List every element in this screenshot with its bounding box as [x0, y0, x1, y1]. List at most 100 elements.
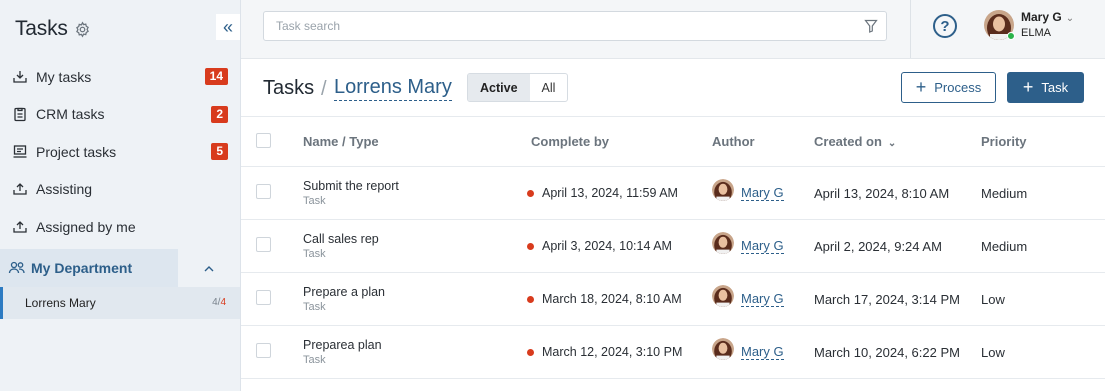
gear-icon[interactable] — [74, 20, 91, 38]
count-badge: 2 — [211, 105, 228, 123]
table-row[interactable]: Call sales rep Task April 3, 2024, 10:14 … — [241, 219, 1105, 273]
overdue-dot — [527, 189, 534, 197]
sort-chevron-down-icon: ⌄ — [887, 138, 897, 149]
breadcrumb-root[interactable]: Tasks — [263, 77, 314, 100]
chevron-up-icon[interactable] — [178, 250, 240, 288]
col-created-on-label: Created on — [814, 134, 882, 149]
task-name[interactable]: Submit the report — [303, 178, 531, 194]
due-date: April 3, 2024, 10:14 AM — [542, 239, 672, 253]
due-date: March 18, 2024, 8:10 AM — [542, 292, 682, 306]
row-select-cell — [241, 272, 303, 326]
row-checkbox[interactable] — [256, 237, 271, 252]
sidebar-item-assigned-by-me[interactable]: Assigned by me — [0, 208, 240, 246]
avatar — [712, 285, 734, 307]
filter-toggle: Active All — [467, 73, 569, 102]
row-checkbox[interactable] — [256, 343, 271, 358]
created-cell: March 10, 2024, 6:22 PM — [814, 325, 981, 379]
col-author[interactable]: Author — [712, 116, 814, 167]
users-icon — [8, 260, 26, 276]
author-cell: Mary G — [712, 219, 814, 273]
plus-icon: + — [915, 77, 927, 97]
plus-icon: + — [1022, 77, 1034, 97]
inbox-download-icon — [12, 69, 28, 85]
due-cell: April 3, 2024, 10:14 AM — [527, 219, 712, 273]
user-info: Mary G ⌄ ELMA — [1021, 10, 1074, 40]
author-link[interactable]: Mary G — [741, 185, 784, 201]
sidebar-item-crm-tasks[interactable]: CRM tasks 2 — [0, 96, 240, 134]
sidebar-header: Tasks « — [0, 0, 240, 58]
sidebar-item-my-tasks[interactable]: My tasks 14 — [0, 58, 240, 96]
sidebar-item-label: Project tasks — [36, 143, 117, 160]
sidebar-item-my-department[interactable]: My Department — [0, 248, 178, 287]
new-task-button[interactable]: + Task — [1007, 72, 1084, 103]
tab-active[interactable]: Active — [468, 74, 530, 101]
col-created-on[interactable]: Created on ⌄ — [814, 116, 981, 167]
author-cell: Mary G — [712, 166, 814, 220]
filter-icon[interactable] — [864, 19, 878, 33]
sidebar-item-label: Assisting — [36, 181, 93, 198]
sidebar-item-project-tasks[interactable]: Project tasks 5 — [0, 133, 240, 171]
task-name[interactable]: Prepare a plan — [303, 284, 531, 300]
process-button-label: Process — [934, 80, 982, 95]
user-org: ELMA — [1021, 27, 1051, 39]
author-cell: Mary G — [712, 272, 814, 326]
created-cell: April 2, 2024, 9:24 AM — [814, 219, 981, 273]
task-type: Task — [303, 248, 326, 260]
page-header: Tasks / Lorrens Mary Active All + Process… — [241, 59, 1105, 116]
sidebar-item-label: Assigned by me — [36, 218, 136, 235]
breadcrumb-current[interactable]: Lorrens Mary — [334, 76, 452, 101]
task-type: Task — [303, 195, 326, 207]
author-cell: Mary G — [712, 325, 814, 379]
collapse-sidebar-icon[interactable]: « — [216, 14, 240, 40]
table-row[interactable]: Preparea plan Task March 12, 2024, 3:10 P… — [241, 325, 1105, 379]
author-link[interactable]: Mary G — [741, 291, 784, 307]
task-type: Task — [303, 354, 326, 366]
row-select-cell — [241, 219, 303, 273]
author-link[interactable]: Mary G — [741, 344, 784, 360]
table-row[interactable]: Submit the report Task April 13, 2024, 11… — [241, 166, 1105, 220]
task-cell: Call sales rep Task — [303, 219, 531, 273]
avatar — [712, 232, 734, 254]
row-checkbox[interactable] — [256, 290, 271, 305]
user-name: Mary G — [1021, 10, 1062, 24]
created-cell: April 13, 2024, 8:10 AM — [814, 166, 981, 220]
due-date: March 12, 2024, 3:10 PM — [542, 345, 683, 359]
search-input[interactable] — [276, 19, 836, 33]
sidebar-subitem-label: Lorrens Mary — [25, 295, 96, 310]
task-button-label: Task — [1041, 80, 1069, 95]
count-badge: 14 — [204, 68, 228, 85]
table-row[interactable]: Prepare a plan Task March 18, 2024, 8:10 … — [241, 272, 1105, 326]
task-type: Task — [303, 301, 326, 313]
col-priority[interactable]: Priority — [981, 116, 1105, 167]
sidebar: Tasks « My tasks 14 CRM tasks 2 Project … — [0, 0, 241, 391]
task-name[interactable]: Call sales rep — [303, 231, 531, 247]
col-complete-by[interactable]: Complete by — [531, 116, 712, 167]
tray-up-icon — [12, 181, 28, 197]
sidebar-item-assisting[interactable]: Assisting — [0, 171, 240, 209]
overdue-dot — [527, 348, 534, 356]
task-name[interactable]: Preparea plan — [303, 337, 531, 353]
breadcrumb-separator: / — [321, 78, 327, 100]
online-status-dot — [1007, 32, 1015, 40]
tab-all[interactable]: All — [530, 74, 568, 101]
select-all-checkbox[interactable] — [256, 132, 271, 148]
help-icon[interactable]: ? — [933, 14, 957, 38]
sidebar-subitem-lorrens-mary[interactable]: Lorrens Mary 4/4 — [0, 286, 240, 319]
user-menu[interactable]: Mary G ⌄ ELMA — [984, 10, 1074, 40]
due-cell: April 13, 2024, 11:59 AM — [527, 166, 712, 220]
project-board-icon — [12, 144, 28, 160]
due-cell: March 12, 2024, 3:10 PM — [527, 325, 712, 379]
priority-cell: Low — [981, 272, 1105, 326]
author-link[interactable]: Mary G — [741, 238, 784, 254]
main-content: Tasks / Lorrens Mary Active All + Process… — [241, 59, 1105, 391]
task-cell: Submit the report Task — [303, 166, 531, 220]
process-button[interactable]: + Process — [901, 72, 996, 103]
col-name-type[interactable]: Name / Type — [303, 116, 531, 167]
count-badge: 5 — [211, 143, 228, 160]
search-box[interactable] — [263, 11, 887, 41]
due-date: April 13, 2024, 11:59 AM — [542, 186, 678, 200]
task-cell: Prepare a plan Task — [303, 272, 531, 326]
count-total: 4 — [220, 297, 226, 308]
tasks-table: Name / Type Complete by Author Created o… — [241, 116, 1105, 379]
row-checkbox[interactable] — [256, 184, 271, 199]
